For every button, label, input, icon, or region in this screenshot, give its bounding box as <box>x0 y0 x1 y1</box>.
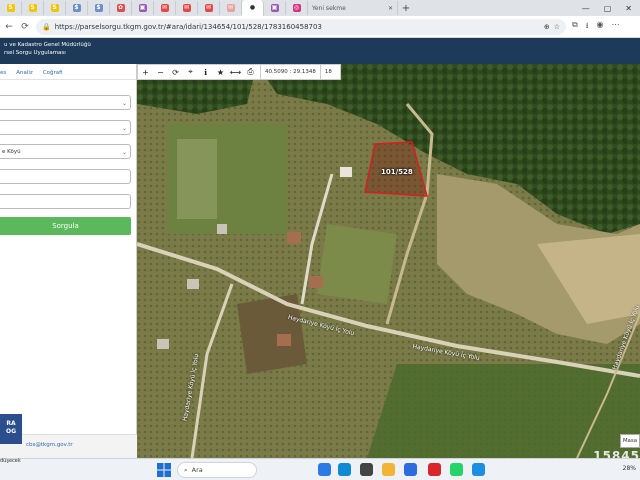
url-text: https://parselsorgu.tkgm.gov.tr/#ara/ida… <box>54 22 322 31</box>
profile-icon[interactable]: ◉ <box>597 20 604 34</box>
taskbar: ⌕ Ara 28% <box>0 458 640 480</box>
tab-favicon-icon: ◎ <box>292 4 301 12</box>
downloads-icon[interactable]: ⭳ <box>586 20 589 34</box>
browser-tab[interactable]: S <box>22 1 44 15</box>
tab-favicon-icon: ✉ <box>226 4 235 12</box>
tab-favicon-icon: ✉ <box>182 4 191 12</box>
tab-favicon-icon: $ <box>72 4 81 12</box>
back-icon[interactable]: ← <box>4 22 14 32</box>
browser-tab[interactable]: S <box>44 1 66 15</box>
browser-tab[interactable]: ▣ <box>264 1 286 15</box>
search-panel: es Analiz Coğrafi ⌄ ⌄ e Köyü ⌄ Sorgula cb… <box>0 64 137 458</box>
address-bar: ← ⟳ 🔒 https://parselsorgu.tkgm.gov.tr/#a… <box>0 16 640 38</box>
minimize-icon[interactable]: — <box>582 4 590 13</box>
browser-tab-strip: S S S $ $ ✿ ▣ ✉ ✉ ✉ ✉ ● ▣ ◎ Yeni sekme ✕ + — ▢ ✕ <box>0 0 640 16</box>
zoom-page-icon[interactable]: ⊕ <box>544 23 550 31</box>
app-icon[interactable] <box>404 463 417 476</box>
neighborhood-select[interactable]: e Köyü ⌄ <box>0 144 131 159</box>
tab-favicon-icon: ✿ <box>116 4 125 12</box>
bookmark-star-icon[interactable]: ☆ <box>554 23 560 31</box>
province-select[interactable]: ⌄ <box>0 95 131 110</box>
windows-start-icon[interactable] <box>157 463 171 477</box>
parcel-number-input[interactable] <box>0 194 131 209</box>
search-icon: ⌕ <box>184 465 188 474</box>
reload-icon[interactable]: ⟳ <box>20 22 30 32</box>
map-toolbar: + − ⟳ ⌖ ℹ ★ ⟷ ⎙ 40.5090 : 29.1348 18 <box>137 64 341 80</box>
menu-icon[interactable]: ⋯ <box>612 20 620 34</box>
tab-title: Yeni sekme <box>312 4 346 12</box>
refresh-icon[interactable]: ⟳ <box>168 65 183 79</box>
browser-tab[interactable]: ▣ <box>132 1 154 15</box>
site-header: u ve Kadastro Genel Müdürlüğü rsel Sorgu… <box>0 38 640 64</box>
satellite-imagery <box>137 64 640 458</box>
taskbar-search[interactable]: ⌕ Ara <box>177 462 257 478</box>
extensions-icon[interactable]: ⧉ <box>572 20 578 34</box>
tab-idari[interactable]: es <box>0 70 6 79</box>
map-view[interactable]: + − ⟳ ⌖ ℹ ★ ⟷ ⎙ 40.5090 : 29.1348 18 101… <box>137 64 640 458</box>
tab-favicon-icon: ✉ <box>160 4 169 12</box>
header-title-line2: rsel Sorgu Uygulaması <box>4 50 66 56</box>
new-tab-button[interactable]: + <box>398 3 414 14</box>
lock-icon: 🔒 <box>42 22 51 31</box>
close-icon[interactable]: ✕ <box>625 4 632 13</box>
tab-analiz[interactable]: Analiz <box>16 70 33 79</box>
tab-favicon-icon: ● <box>249 4 256 11</box>
browser-tab[interactable]: ✉ <box>176 1 198 15</box>
file-explorer-icon[interactable] <box>382 463 395 476</box>
info-icon[interactable]: ℹ <box>198 65 213 79</box>
tab-favicon-icon: S <box>6 4 15 12</box>
query-button[interactable]: Sorgula <box>0 217 131 235</box>
locate-icon[interactable]: ⌖ <box>183 65 198 79</box>
parcel-label[interactable]: 101/528 <box>381 168 413 176</box>
tab-favicon-icon: ▣ <box>138 4 147 12</box>
measure-icon[interactable]: ⟷ <box>228 65 243 79</box>
print-icon[interactable]: ⎙ <box>243 65 258 79</box>
overlay-note: düşecek <box>0 458 21 464</box>
browser-tab-new[interactable]: Yeni sekme ✕ <box>308 1 398 15</box>
zoom-out-icon[interactable]: − <box>153 65 168 79</box>
tab-favicon-icon: S <box>50 4 59 12</box>
tab-favicon-icon: $ <box>94 4 103 12</box>
window-controls: — ▢ ✕ <box>582 4 640 13</box>
browser-tab[interactable]: ✉ <box>220 1 242 15</box>
whatsapp-icon[interactable] <box>450 463 463 476</box>
chevron-down-icon: ⌄ <box>121 125 127 132</box>
close-tab-icon[interactable]: ✕ <box>388 5 393 12</box>
zoom-level: 18 <box>324 69 332 75</box>
coordinate-readout: 40.5090 : 29.1348 <box>260 65 321 79</box>
basemap-button[interactable]: Masa <box>620 434 640 448</box>
browser-tab[interactable]: S <box>0 1 22 15</box>
mail-icon[interactable] <box>472 463 485 476</box>
url-field[interactable]: 🔒 https://parselsorgu.tkgm.gov.tr/#ara/i… <box>36 18 566 35</box>
block-number-input[interactable] <box>0 169 131 184</box>
star-icon[interactable]: ★ <box>213 65 228 79</box>
tab-favicon-icon: ▣ <box>270 4 279 12</box>
chevron-down-icon: ⌄ <box>121 149 127 156</box>
system-tray[interactable]: 28% <box>623 465 636 472</box>
task-view-icon[interactable] <box>360 463 373 476</box>
tab-favicon-icon: S <box>28 4 37 12</box>
header-title-line1: u ve Kadastro Genel Müdürlüğü <box>4 42 91 48</box>
browser-tab[interactable]: ◎ <box>286 1 308 15</box>
browser-tab[interactable]: ✉ <box>154 1 176 15</box>
browser-tab[interactable]: ✉ <box>198 1 220 15</box>
tab-favicon-icon: ✉ <box>204 4 213 12</box>
browser-tab[interactable]: ✿ <box>110 1 132 15</box>
chevron-down-icon: ⌄ <box>121 100 127 107</box>
copilot-icon[interactable] <box>318 463 331 476</box>
edge-icon[interactable] <box>338 463 351 476</box>
contact-email[interactable]: cbs@tkgm.gov.tr <box>26 442 73 448</box>
zoom-in-icon[interactable]: + <box>138 65 153 79</box>
maximize-icon[interactable]: ▢ <box>604 4 612 13</box>
battery-percent: 28% <box>622 465 636 472</box>
district-select[interactable]: ⌄ <box>0 120 131 135</box>
browser-tab[interactable]: $ <box>66 1 88 15</box>
panel-tabs: es Analiz Coğrafi <box>0 64 136 80</box>
pdf-icon[interactable] <box>428 463 441 476</box>
overlay-logo: RA OG <box>0 414 22 444</box>
browser-tab[interactable]: ● <box>242 0 264 16</box>
tab-cografi[interactable]: Coğrafi <box>43 70 63 79</box>
browser-tab[interactable]: $ <box>88 1 110 15</box>
